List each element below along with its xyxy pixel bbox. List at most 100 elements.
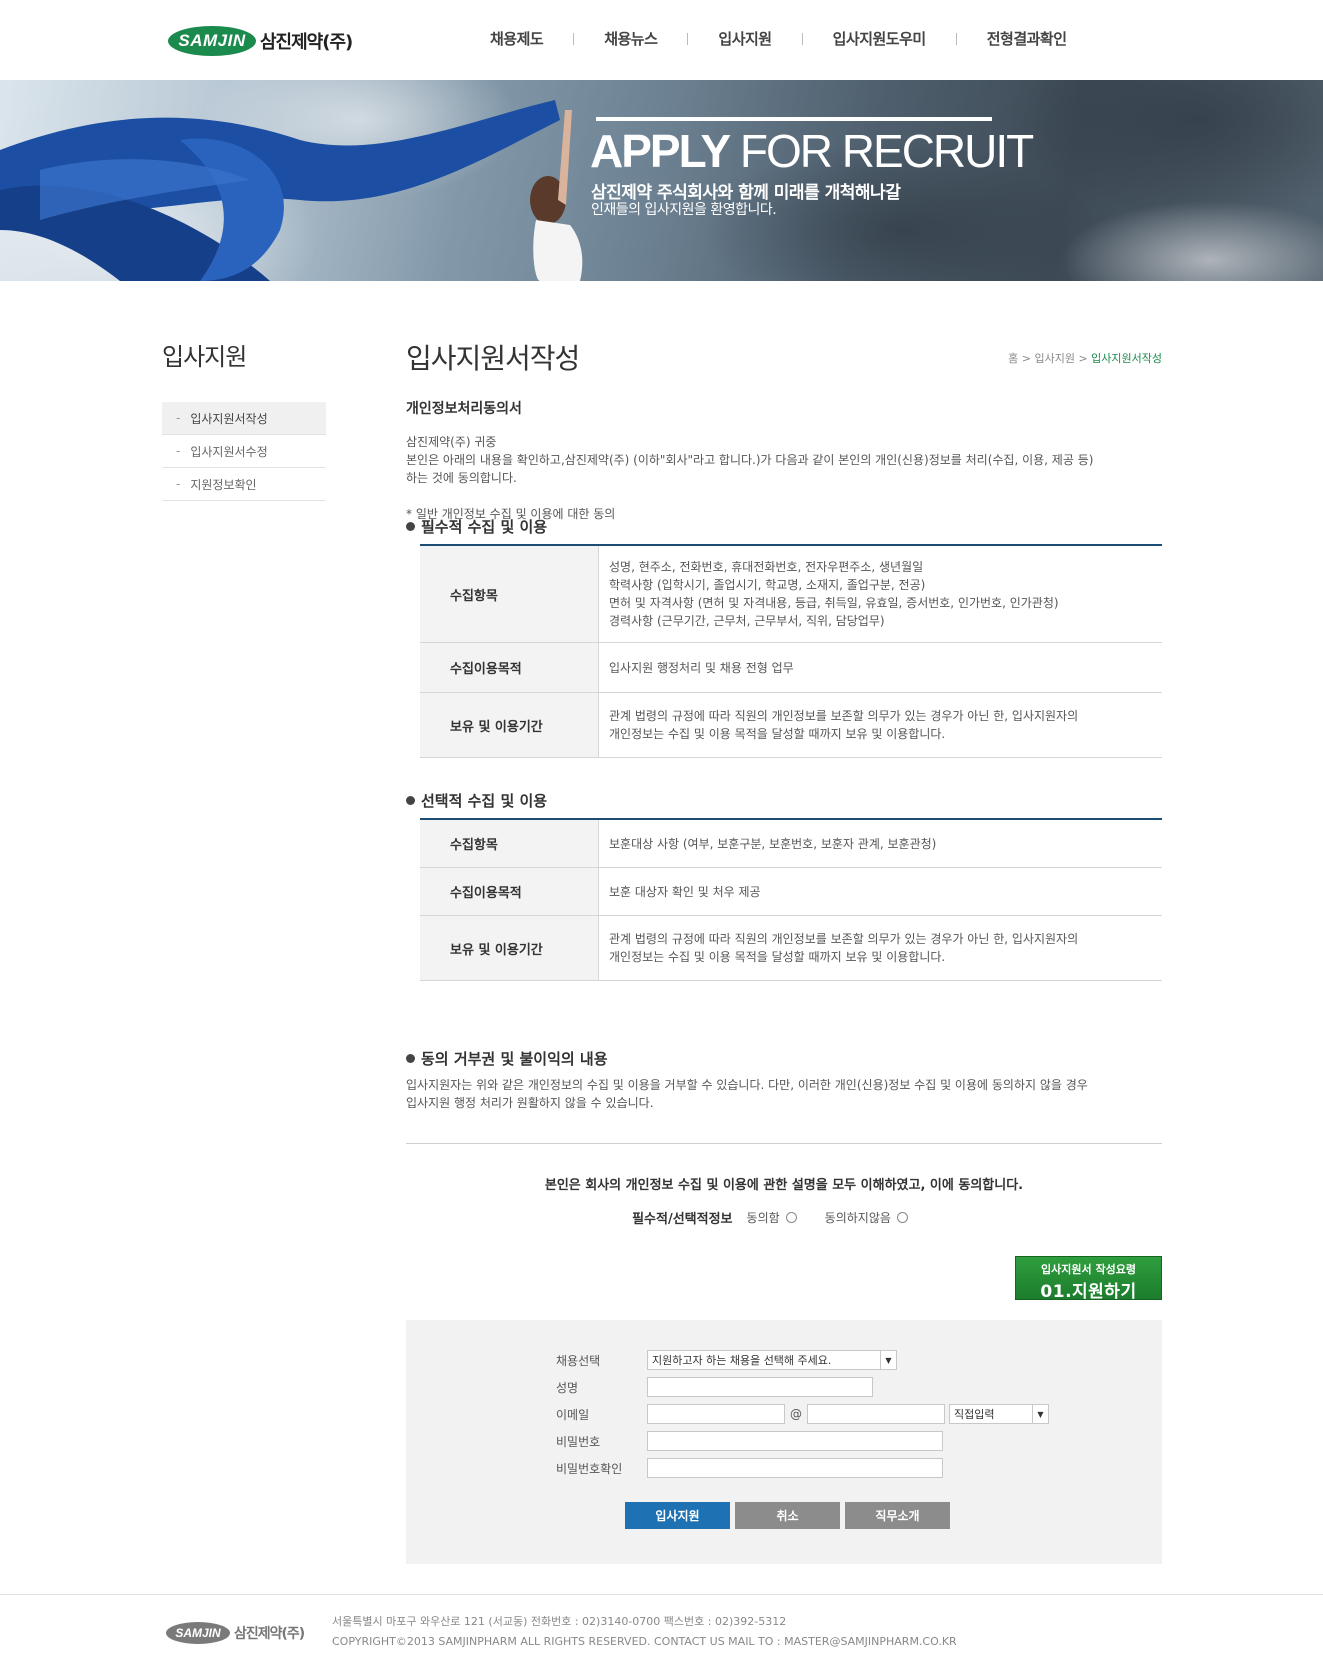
required-title-text: 필수적 수집 및 이용 <box>421 518 548 536</box>
cell-line: 관계 법령의 규정에 따라 직원의 개인정보를 보존할 의무가 있는 경우가 아… <box>609 709 1079 723</box>
nav-item-recruit-system[interactable]: 채용제도 <box>490 28 544 49</box>
table-data-cell: 보훈 대상자 확인 및 처우 제공 <box>599 868 1162 915</box>
nav-item-apply-helper[interactable]: 입사지원도우미 <box>833 28 927 49</box>
sidebar-title: 입사지원 <box>162 343 247 371</box>
banner-title-light: FOR RECRUIT <box>739 125 1034 177</box>
sidebar-item-label: 입사지원서작성 <box>190 411 268 426</box>
application-guide-button[interactable]: 입사지원서 작성요령 01.지원하기 <box>1015 1256 1162 1302</box>
guide-button-big-text: 01.지원하기 <box>1040 1282 1137 1302</box>
application-form: 채용선택 지원하고자 하는 채용을 선택해 주세요. ▼ 성명 이메일 @ 직접… <box>406 1320 1162 1564</box>
logo-text: 삼진제약(주) <box>260 32 353 53</box>
email-domain-select-value: 직접입력 <box>954 1408 995 1421</box>
sidebar-item-check-application[interactable]: - 지원정보확인 <box>162 468 326 501</box>
footer-copyright: COPYRIGHT©2013 SAMJINPHARM ALL RIGHTS RE… <box>332 1635 957 1648</box>
agree-statement: 본인은 회사의 개인정보 수집 및 이용에 관한 설명을 모두 이해하였고, 이… <box>544 1178 1024 1193</box>
dash-icon: - <box>176 444 181 458</box>
refuse-line: 입사지원자는 위와 같은 개인정보의 수집 및 이용을 거부할 수 있습니다. … <box>406 1078 1088 1092</box>
table-row: 수집항목 보훈대상 사항 (여부, 보훈구분, 보훈번호, 보훈자 관계, 보훈… <box>420 820 1162 868</box>
nav-item-result-check[interactable]: 전형결과확인 <box>987 28 1067 49</box>
page-title: 입사지원서작성 <box>406 342 580 375</box>
breadcrumb-separator: > <box>1078 352 1088 365</box>
footer-logo-mark: SAMJIN <box>166 1622 230 1644</box>
logo-mark: SAMJIN <box>168 26 256 56</box>
table-header-cell: 수집이용목적 <box>420 643 599 692</box>
email-label: 이메일 <box>556 1407 590 1422</box>
form-buttons: 입사지원 취소 직무소개 <box>625 1502 955 1529</box>
intro-line: 삼진제약(주) 귀중 <box>406 435 497 449</box>
dash-icon: - <box>176 411 181 425</box>
intro-text: 삼진제약(주) 귀중 본인은 아래의 내용을 확인하고,삼진제약(주) (이하"… <box>406 433 1162 487</box>
at-sign: @ <box>790 1407 802 1421</box>
chevron-down-icon: ▼ <box>880 1351 896 1369</box>
bullet-icon <box>406 522 415 531</box>
disagree-radio[interactable] <box>896 1212 908 1223</box>
breadcrumb: 홈 > 입사지원 > 입사지원서작성 <box>1008 350 1162 366</box>
password-confirm-field[interactable] <box>647 1458 943 1478</box>
table-header-cell: 수집이용목적 <box>420 868 599 915</box>
agree-options: 필수적/선택적정보 동의함 동의하지않음 <box>406 1208 1162 1227</box>
agree-label: 필수적/선택적정보 <box>632 1212 733 1227</box>
cell-line: 관계 법령의 규정에 따라 직원의 개인정보를 보존할 의무가 있는 경우가 아… <box>609 932 1079 946</box>
table-data-cell: 보훈대상 사항 (여부, 보훈구분, 보훈번호, 보훈자 관계, 보훈관청) <box>599 820 1162 867</box>
company-logo[interactable]: SAMJIN 삼진제약(주) <box>168 26 353 56</box>
banner-title-bold: APPLY <box>590 125 731 177</box>
cell-line: 개인정보는 수집 및 이용 목적을 달성할 때까지 보유 및 이용합니다. <box>609 950 946 964</box>
table-data-cell: 성명, 현주소, 전화번호, 휴대전화번호, 전자우편주소, 생년월일 학력사항… <box>599 546 1162 642</box>
breadcrumb-level1[interactable]: 입사지원 <box>1034 352 1074 365</box>
cell-line: 보훈대상 사항 (여부, 보훈구분, 보훈번호, 보훈자 관계, 보훈관청) <box>609 836 937 851</box>
divider <box>406 1143 1162 1144</box>
footer-logo-text: 삼진제약(주) <box>234 1626 305 1642</box>
table-data-cell: 입사지원 행정처리 및 채용 전형 업무 <box>599 643 1162 692</box>
password-field[interactable] <box>647 1431 943 1451</box>
table-header-cell: 수집항목 <box>420 820 599 867</box>
nav-item-recruit-news[interactable]: 채용뉴스 <box>604 28 658 49</box>
recruit-label: 채용선택 <box>556 1353 601 1368</box>
cell-line: 면허 및 자격사항 (면허 및 자격내용, 등급, 취득일, 유효일, 증서번호… <box>609 596 1059 610</box>
refuse-title-text: 동의 거부권 및 불이익의 내용 <box>421 1050 608 1068</box>
refuse-line: 입사지원 행정 처리가 원활하지 않을 수 있습니다. <box>406 1096 654 1110</box>
optional-table: 수집항목 보훈대상 사항 (여부, 보훈구분, 보훈번호, 보훈자 관계, 보훈… <box>420 818 1162 981</box>
optional-section-title: 선택적 수집 및 이용 <box>406 790 547 811</box>
nav-separator <box>687 32 689 45</box>
form-row-email: 이메일 @ 직접입력 ▼ <box>556 1404 1049 1424</box>
agree-option-label: 동의함 <box>746 1211 780 1225</box>
table-row: 보유 및 이용기간 관계 법령의 규정에 따라 직원의 개인정보를 보존할 의무… <box>420 916 1162 981</box>
name-label: 성명 <box>556 1380 579 1395</box>
sidebar-item-label: 입사지원서수정 <box>190 444 268 459</box>
table-data-cell: 관계 법령의 규정에 따라 직원의 개인정보를 보존할 의무가 있는 경우가 아… <box>599 916 1162 980</box>
main-nav: 채용제도 채용뉴스 입사지원 입사지원도우미 전형결과확인 <box>490 28 1067 49</box>
banner-cloud <box>1060 200 1323 281</box>
password-confirm-label: 비밀번호확인 <box>556 1461 623 1476</box>
breadcrumb-home[interactable]: 홈 <box>1008 352 1018 365</box>
table-header-cell: 보유 및 이용기간 <box>420 916 599 980</box>
agree-radio[interactable] <box>785 1212 797 1223</box>
table-header-cell: 수집항목 <box>420 546 599 642</box>
banner-rule <box>596 117 992 121</box>
email-domain-field[interactable] <box>807 1404 945 1424</box>
table-row: 수집이용목적 입사지원 행정처리 및 채용 전형 업무 <box>420 643 1162 693</box>
cell-line: 경력사항 (근무기간, 근무처, 근무부서, 직위, 담당업무) <box>609 614 885 628</box>
sidebar-nav: - 입사지원서작성 - 입사지원서수정 - 지원정보확인 <box>162 402 326 501</box>
section-title: 개인정보처리동의서 <box>406 401 522 417</box>
disagree-option-label: 동의하지않음 <box>824 1211 891 1225</box>
footer-info: 서울특별시 마포구 와우산로 121 (서교동) 전화번호 : 02)3140-… <box>332 1612 957 1652</box>
nav-separator <box>801 32 803 45</box>
nav-item-apply[interactable]: 입사지원 <box>718 28 772 49</box>
cell-line: 개인정보는 수집 및 이용 목적을 달성할 때까지 보유 및 이용합니다. <box>609 727 946 741</box>
form-row-password-confirm: 비밀번호확인 <box>556 1458 943 1478</box>
apply-button[interactable]: 입사지원 <box>625 1502 730 1529</box>
banner-scarf-illustration <box>0 100 583 281</box>
cell-line: 성명, 현주소, 전화번호, 휴대전화번호, 전자우편주소, 생년월일 <box>609 560 924 574</box>
recruit-select[interactable]: 지원하고자 하는 채용을 선택해 주세요. ▼ <box>647 1350 897 1370</box>
optional-title-text: 선택적 수집 및 이용 <box>421 792 548 810</box>
sidebar-item-edit-application[interactable]: - 입사지원서수정 <box>162 435 326 468</box>
sidebar-item-write-application[interactable]: - 입사지원서작성 <box>162 402 326 435</box>
name-field[interactable] <box>647 1377 873 1397</box>
email-domain-select[interactable]: 직접입력 ▼ <box>949 1404 1049 1424</box>
refuse-text: 입사지원자는 위와 같은 개인정보의 수집 및 이용을 거부할 수 있습니다. … <box>406 1076 1162 1112</box>
footer-address: 서울특별시 마포구 와우산로 121 (서교동) 전화번호 : 02)3140-… <box>332 1615 787 1628</box>
table-row: 보유 및 이용기간 관계 법령의 규정에 따라 직원의 개인정보를 보존할 의무… <box>420 693 1162 758</box>
cancel-button[interactable]: 취소 <box>735 1502 840 1529</box>
job-intro-button[interactable]: 직무소개 <box>845 1502 950 1529</box>
email-id-field[interactable] <box>647 1404 785 1424</box>
